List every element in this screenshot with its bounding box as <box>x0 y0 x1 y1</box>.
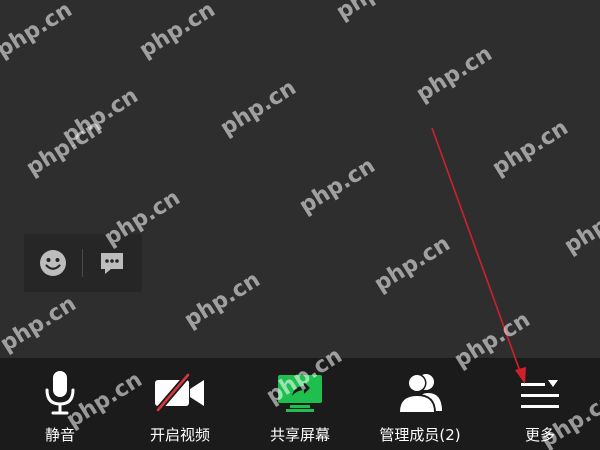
watermark: php.cn <box>22 115 107 182</box>
meeting-toolbar: 静音 开启视频 共享屏幕 管理成员(2) 更多 <box>0 358 600 450</box>
members-icon <box>398 373 442 413</box>
watermark: php.cn <box>370 231 455 298</box>
video-off-icon <box>155 373 204 412</box>
watermark: php.cn <box>180 267 265 334</box>
emoji-icon <box>40 250 66 276</box>
watermark: php.cn <box>295 153 380 220</box>
manage-members-label: 管理成员(2) <box>379 426 461 444</box>
watermark: php.cn <box>216 75 301 142</box>
more-label: 更多 <box>524 426 555 444</box>
share-screen-button[interactable]: 共享屏幕 <box>240 358 360 450</box>
watermark: php.cn <box>560 193 600 260</box>
start-video-label: 开启视频 <box>149 426 210 444</box>
watermark: php.cn <box>488 115 573 182</box>
more-button[interactable]: 更多 <box>480 358 600 450</box>
share-screen-label: 共享屏幕 <box>269 426 330 444</box>
chat-button[interactable] <box>83 234 141 292</box>
mute-label: 静音 <box>44 426 75 444</box>
manage-members-button[interactable]: 管理成员(2) <box>360 358 480 450</box>
watermark: php.cn <box>332 0 417 25</box>
more-menu-icon <box>521 380 559 408</box>
watermark: php.cn <box>58 83 143 150</box>
watermark: php.cn <box>135 0 220 64</box>
quick-action-panel <box>24 234 142 292</box>
microphone-icon <box>45 371 75 415</box>
watermark: php.cn <box>412 41 497 108</box>
watermark: php.cn <box>0 291 81 358</box>
emoji-button[interactable] <box>24 234 82 292</box>
start-video-button[interactable]: 开启视频 <box>120 358 240 450</box>
watermark: php.cn <box>0 0 77 64</box>
meeting-screen: 静音 开启视频 共享屏幕 管理成员(2) 更多 php.cn php.cn ph… <box>0 0 600 450</box>
chat-icon <box>101 253 123 274</box>
share-screen-icon <box>278 375 322 412</box>
mute-button[interactable]: 静音 <box>0 358 120 450</box>
